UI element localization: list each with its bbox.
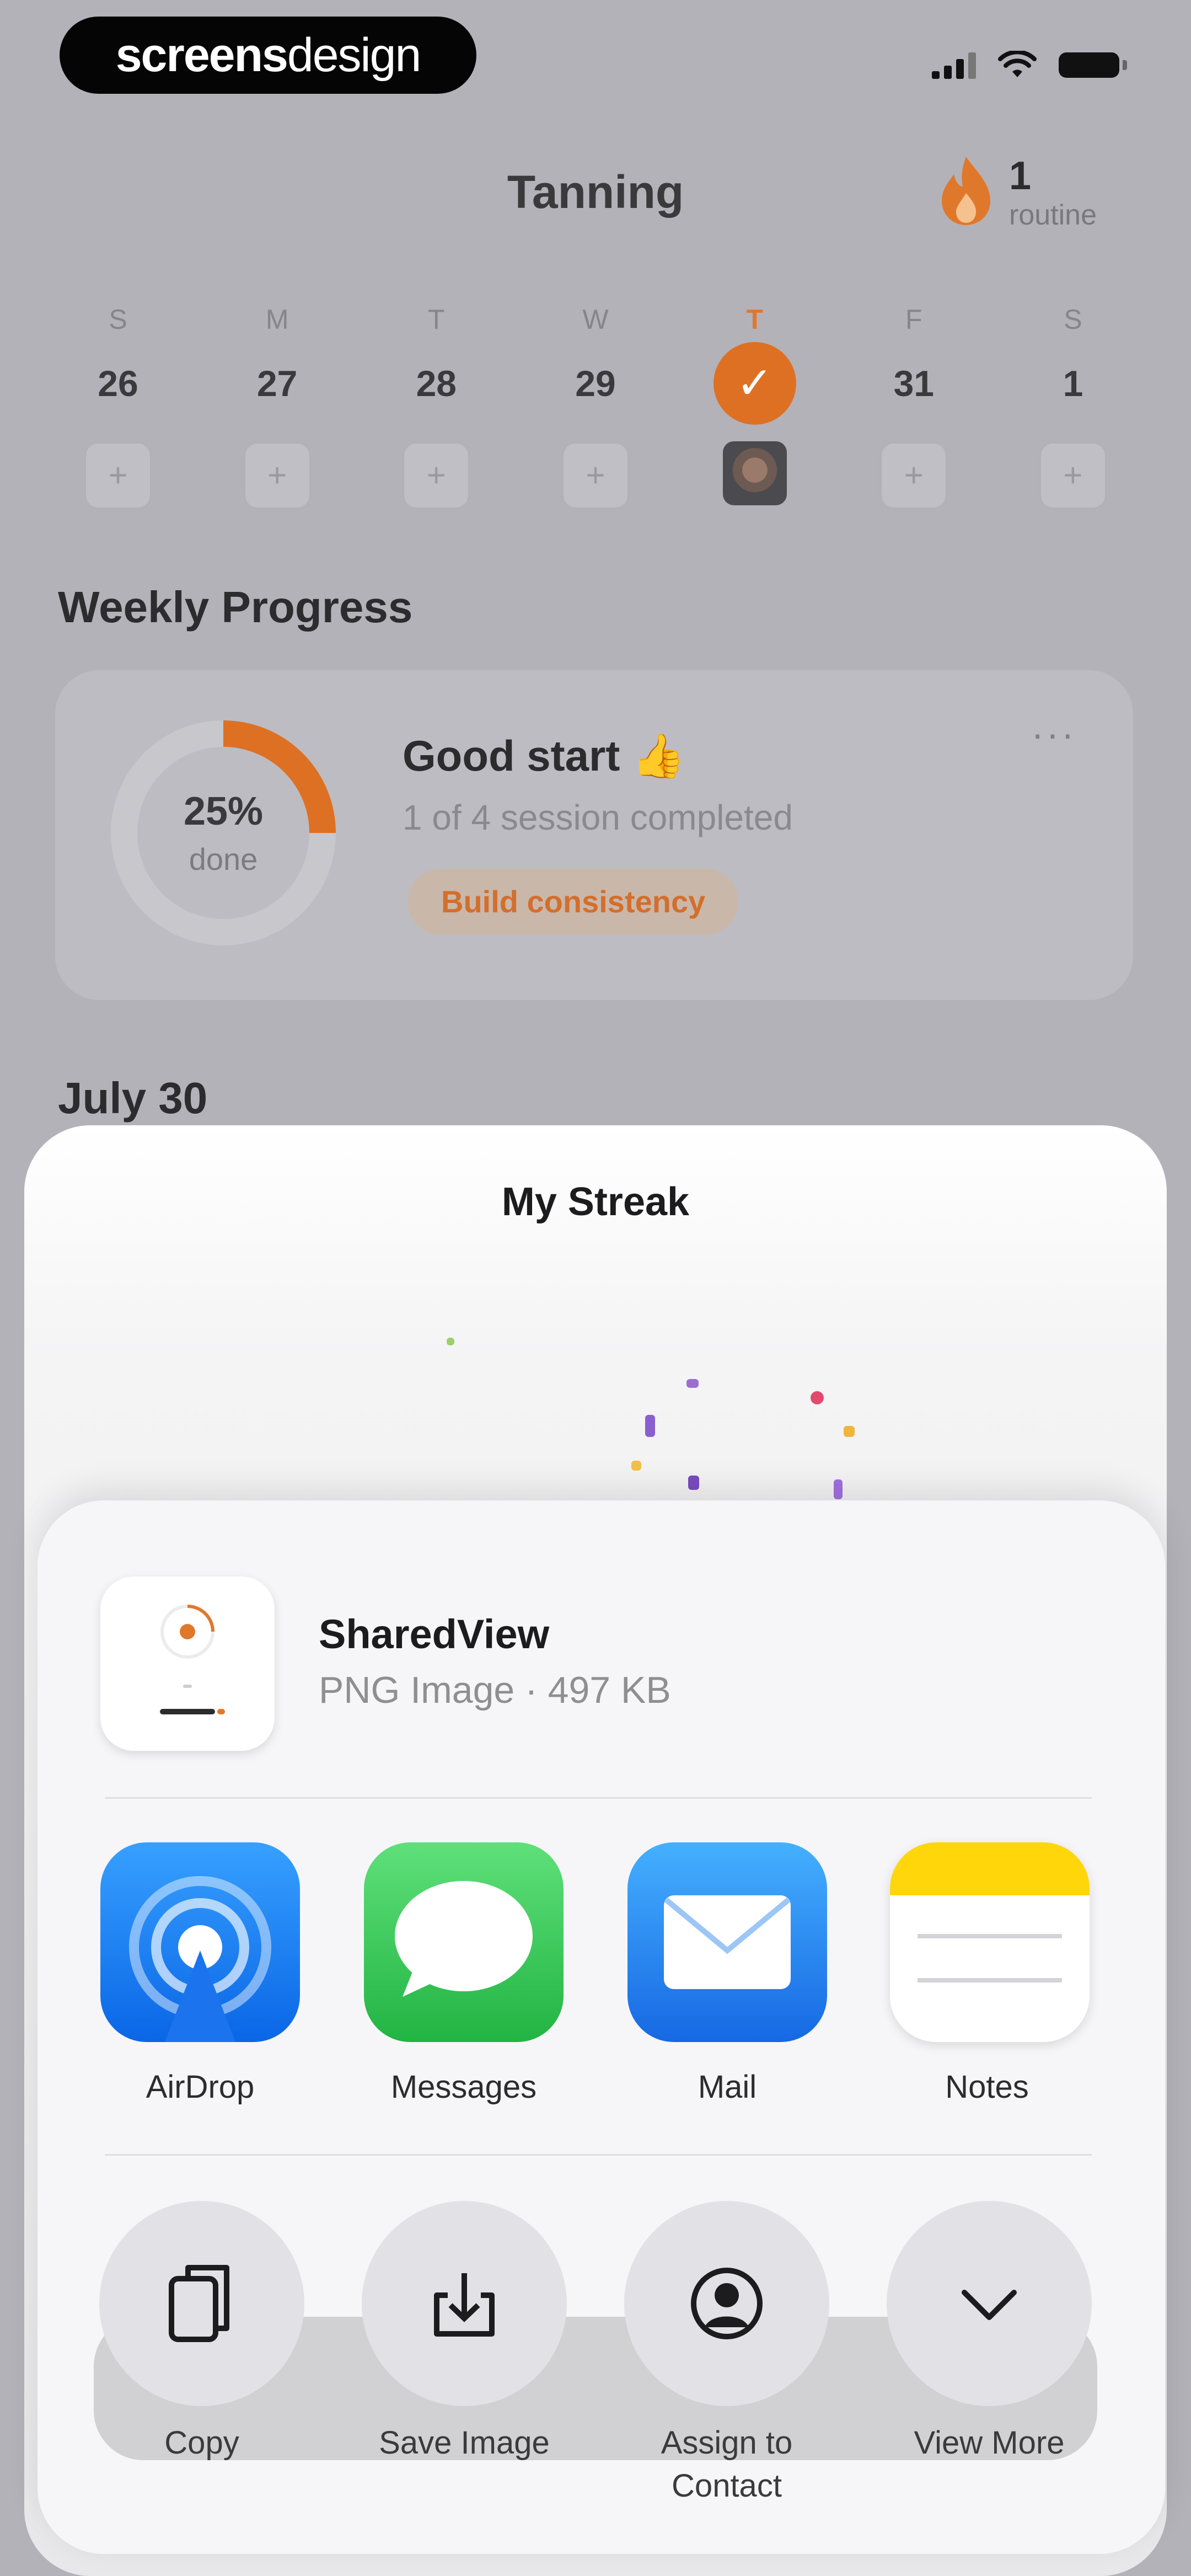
confetti-piece — [631, 1461, 641, 1471]
calendar-day-today[interactable]: T ✓ — [675, 303, 834, 510]
shared-image-preview — [100, 1576, 275, 1751]
messages-icon — [395, 1881, 533, 1997]
confetti-piece — [686, 1379, 699, 1388]
weekday-letter: T — [428, 304, 445, 335]
screensdesign-watermark: screensdesign — [60, 17, 476, 94]
weekly-progress-title: Weekly Progress — [58, 582, 413, 632]
cellular-signal-icon — [932, 51, 976, 79]
calendar-day[interactable]: S 1 + — [994, 303, 1152, 510]
save-image-icon — [434, 2273, 495, 2337]
day-number: 1 — [1063, 363, 1083, 404]
add-photo-slot[interactable]: + — [561, 441, 630, 510]
streak-label: routine — [1009, 199, 1097, 231]
add-photo-slot[interactable]: + — [402, 441, 471, 510]
weekday-letter: S — [109, 304, 127, 335]
messages-label: Messages — [390, 2069, 537, 2105]
confetti-piece — [447, 1338, 454, 1345]
progress-subtext: 1 of 4 session completed — [403, 798, 793, 837]
notes-app-button[interactable] — [890, 1842, 1090, 2042]
divider — [105, 1797, 1092, 1799]
save-image-label: Save Image — [379, 2425, 550, 2461]
confetti-piece — [811, 1391, 824, 1404]
add-photo-slot[interactable]: + — [243, 441, 312, 510]
airdrop-label: AirDrop — [146, 2069, 255, 2105]
assign-to-contact-label: Assign to Contact — [661, 2425, 793, 2504]
contact-icon — [691, 2268, 763, 2339]
divider — [105, 2154, 1092, 2156]
calendar-day[interactable]: T 28 + — [357, 303, 516, 510]
calendar-day[interactable]: S 26 + — [39, 303, 197, 510]
streak-count: 1 — [1009, 154, 1032, 198]
view-more-label: View More — [914, 2425, 1065, 2461]
weekday-letter: W — [582, 304, 609, 335]
calendar-day[interactable]: F 31 + — [834, 303, 993, 510]
flame-icon[interactable] — [937, 154, 995, 226]
status-bar — [932, 51, 1127, 79]
consistency-badge: Build consistency — [408, 869, 739, 935]
day-number: 26 — [98, 363, 138, 404]
completed-check-icon[interactable]: ✓ — [713, 342, 796, 425]
airdrop-app-button[interactable] — [100, 1842, 300, 2042]
day-number: 27 — [256, 363, 298, 404]
save-image-button[interactable] — [362, 2201, 567, 2406]
mail-app-button[interactable] — [627, 1842, 827, 2042]
notes-label: Notes — [945, 2069, 1029, 2105]
day-number: 29 — [575, 363, 616, 404]
calendar-day[interactable]: M 27 + — [198, 303, 357, 510]
messages-app-button[interactable] — [364, 1842, 564, 2042]
progress-done-label: done — [189, 842, 258, 877]
shared-file-info: PNG Image · 497 KB — [319, 1669, 671, 1711]
chevron-down-icon — [962, 2290, 1017, 2320]
copy-label: Copy — [164, 2425, 239, 2461]
weekday-letter: S — [1064, 304, 1082, 335]
preview-ring-icon — [160, 1605, 225, 1714]
battery-icon — [1059, 52, 1127, 78]
wifi-icon — [998, 51, 1037, 77]
day-number: 28 — [416, 363, 457, 404]
confetti-piece — [645, 1415, 655, 1437]
add-photo-slot[interactable]: + — [1038, 441, 1107, 510]
progress-heading: Good start 👍 — [403, 731, 686, 780]
add-photo-slot[interactable]: + — [84, 441, 152, 510]
add-photo-slot[interactable]: + — [879, 441, 948, 510]
confetti-piece — [844, 1426, 855, 1437]
airdrop-icon — [129, 1876, 271, 2042]
date-heading: July 30 — [58, 1073, 208, 1123]
streak-sheet-title: My Streak — [501, 1180, 690, 1224]
assign-to-contact-button[interactable] — [624, 2201, 829, 2406]
confetti-piece — [688, 1476, 699, 1490]
copy-button[interactable] — [99, 2201, 304, 2406]
weekday-letter: M — [265, 304, 289, 335]
more-options-icon[interactable]: ··· — [1031, 712, 1076, 756]
mail-icon — [664, 1895, 791, 1989]
day-number: 31 — [893, 363, 934, 404]
notes-icon — [890, 1842, 1090, 1982]
confetti-piece — [834, 1479, 843, 1499]
copy-icon — [169, 2265, 229, 2342]
progress-percent: 25% — [183, 789, 264, 833]
calendar-day[interactable]: W 29 + — [516, 303, 675, 510]
weekday-letter: T — [746, 304, 763, 335]
session-photo-thumbnail[interactable] — [722, 441, 787, 505]
view-more-button[interactable] — [887, 2201, 1092, 2406]
weekday-letter: F — [905, 304, 922, 335]
shared-file-name: SharedView — [319, 1611, 550, 1657]
week-calendar: S 26 + M 27 + T 28 + W 29 + T ✓ F 31 + S… — [39, 303, 1152, 510]
mail-label: Mail — [698, 2069, 757, 2105]
